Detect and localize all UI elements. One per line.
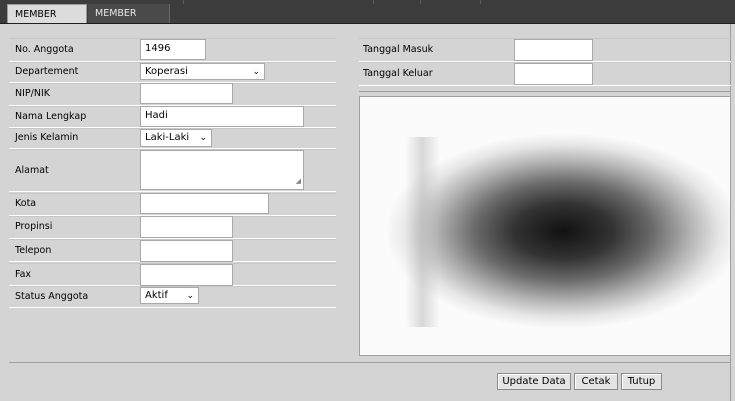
divider xyxy=(373,0,374,4)
chevron-down-icon: ⌄ xyxy=(186,291,194,301)
member-photo xyxy=(359,96,731,356)
jenis-kelamin-value: Laki-Laki xyxy=(145,132,190,143)
update-data-button[interactable]: Update Data xyxy=(497,373,571,390)
status-anggota-value: Aktif xyxy=(145,290,168,301)
label-telepon: Telepon xyxy=(15,245,52,256)
photo-shading xyxy=(405,137,440,327)
departement-select[interactable]: Koperasi ⌄ xyxy=(140,63,265,80)
nama-lengkap-input[interactable]: Hadi xyxy=(140,106,304,127)
tab-bar: MEMBER DATA MEMBER TRANS xyxy=(0,0,735,39)
label-nip-nik: NIP/NIK xyxy=(15,88,50,99)
resize-grip-icon[interactable]: ◢ xyxy=(296,174,301,188)
label-no-anggota: No. Anggota xyxy=(15,44,74,55)
tab-member-data[interactable]: MEMBER DATA xyxy=(7,4,87,39)
departement-value: Koperasi xyxy=(145,66,188,77)
alamat-textarea[interactable]: ◢ xyxy=(140,150,304,190)
divider xyxy=(480,0,481,4)
label-tanggal-keluar: Tanggal Keluar xyxy=(363,68,433,79)
kota-input[interactable] xyxy=(140,193,269,214)
nip-nik-input[interactable] xyxy=(140,83,233,104)
propinsi-input[interactable] xyxy=(140,216,233,238)
tanggal-masuk-input[interactable] xyxy=(514,39,593,61)
label-jenis-kelamin: Jenis Kelamin xyxy=(15,132,79,143)
label-fax: Fax xyxy=(15,269,32,280)
divider xyxy=(359,91,731,92)
label-nama-lengkap: Nama Lengkap xyxy=(15,111,87,122)
no-anggota-input[interactable]: 1496 xyxy=(140,39,206,60)
jenis-kelamin-select[interactable]: Laki-Laki ⌄ xyxy=(140,129,212,147)
label-status-anggota: Status Anggota xyxy=(15,291,89,302)
divider xyxy=(420,0,421,4)
chevron-down-icon: ⌄ xyxy=(199,133,207,143)
chevron-down-icon: ⌄ xyxy=(252,67,260,77)
status-anggota-select[interactable]: Aktif ⌄ xyxy=(140,287,199,304)
telepon-input[interactable] xyxy=(140,240,233,262)
label-propinsi: Propinsi xyxy=(15,221,53,232)
label-tanggal-masuk: Tanggal Masuk xyxy=(363,44,434,55)
label-kota: Kota xyxy=(15,198,37,209)
fax-input[interactable] xyxy=(140,264,233,286)
divider xyxy=(183,0,184,4)
tab-member-trans[interactable]: MEMBER TRANS xyxy=(88,4,170,38)
print-button[interactable]: Cetak xyxy=(574,373,618,390)
label-alamat: Alamat xyxy=(15,165,49,176)
label-departement: Departement xyxy=(15,66,79,77)
divider xyxy=(9,362,731,363)
close-button[interactable]: Tutup xyxy=(621,373,662,390)
tanggal-keluar-input[interactable] xyxy=(514,63,593,85)
